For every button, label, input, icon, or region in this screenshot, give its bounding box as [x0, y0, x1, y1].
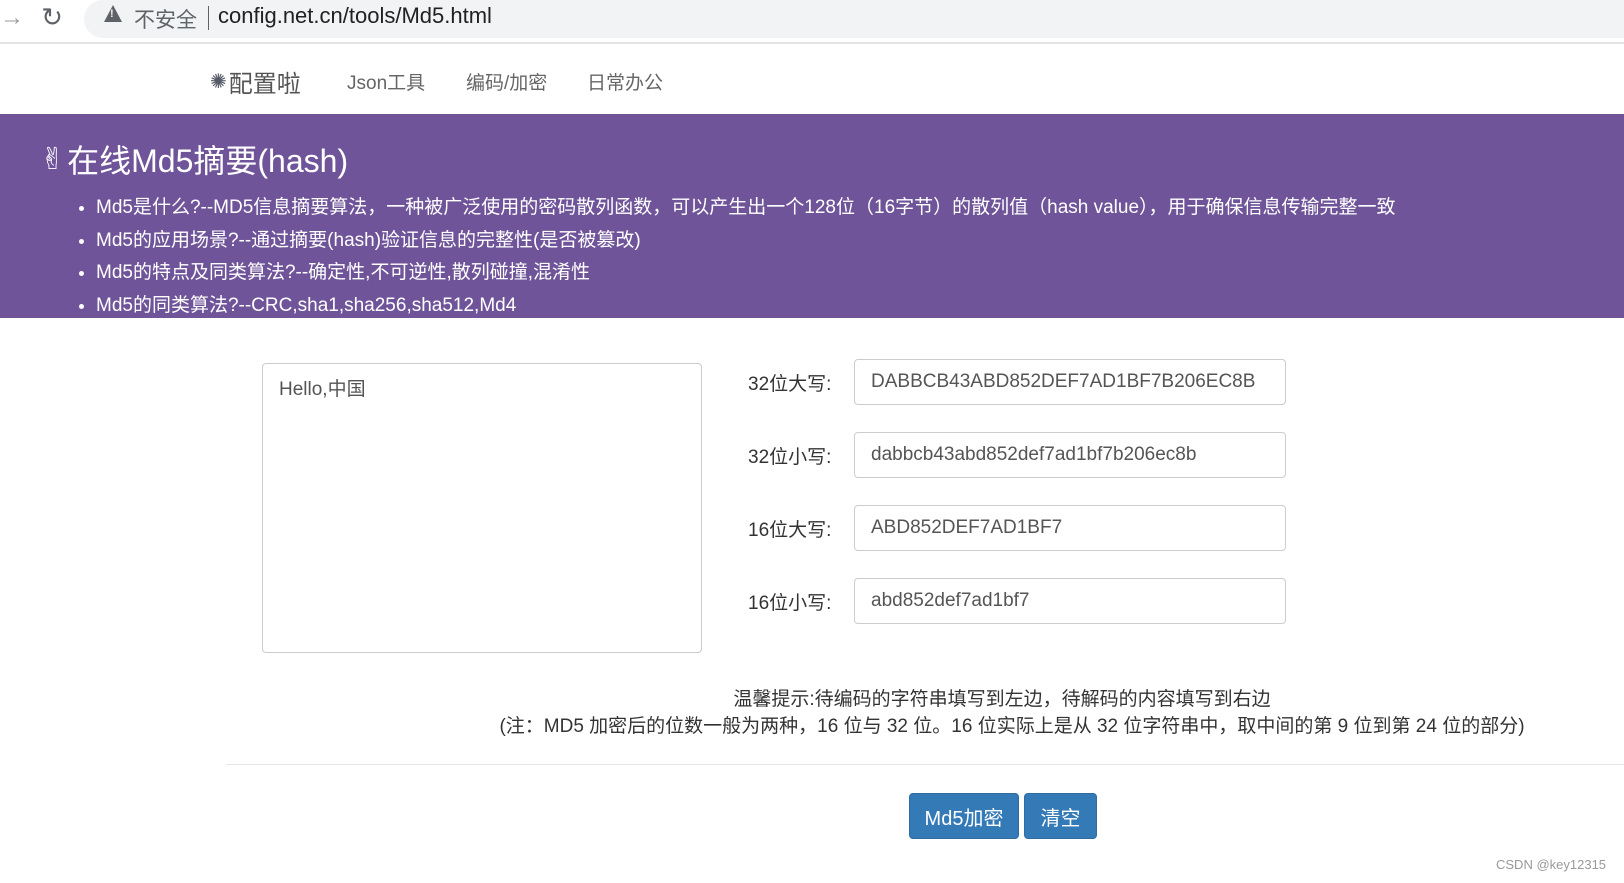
- clear-button[interactable]: 清空: [1024, 793, 1097, 839]
- nav-link-encoding[interactable]: 编码/加密: [466, 68, 547, 95]
- nav-link-json[interactable]: Json工具: [347, 68, 425, 95]
- watermark: CSDN @key12315: [1496, 857, 1607, 872]
- result-32-upper-input[interactable]: [854, 359, 1286, 405]
- md5-encrypt-button[interactable]: Md5加密: [909, 793, 1019, 839]
- result-label: 16位小写:: [748, 593, 832, 614]
- brand-link[interactable]: ✺ 配置啦: [210, 64, 301, 99]
- reload-icon[interactable]: ↻: [36, 2, 68, 34]
- address-bar[interactable]: 不安全 config.net.cn/tools/Md5.html: [84, 0, 1624, 38]
- site-nav: ✺ 配置啦 Json工具 编码/加密 日常办公: [0, 44, 1624, 114]
- page-title: ✌ 在线Md5摘要(hash): [40, 136, 348, 182]
- info-list: Md5是什么?--MD5信息摘要算法，一种被广泛使用的密码散列函数，可以产生出一…: [58, 192, 1396, 322]
- info-item: Md5的同类算法?--CRC,sha1,sha256,sha512,Md4: [96, 290, 1396, 323]
- result-16-upper-input[interactable]: [854, 505, 1286, 551]
- result-label: 32位大写:: [748, 374, 832, 395]
- tip-text: 温馨提示:待编码的字符串填写到左边，待解码的内容填写到右边: [733, 689, 1271, 710]
- info-item: Md5的应用场景?--通过摘要(hash)验证信息的完整性(是否被篡改): [96, 225, 1396, 258]
- divider: [226, 764, 1624, 765]
- brand-name: 配置啦: [228, 71, 301, 98]
- result-16-lower-input[interactable]: [854, 578, 1286, 624]
- security-label[interactable]: 不安全: [134, 4, 197, 34]
- info-item: Md5的特点及同类算法?--确定性,不可逆性,散列碰撞,混淆性: [96, 257, 1396, 290]
- brand-logo-icon: ✺: [210, 71, 227, 93]
- info-item: Md5是什么?--MD5信息摘要算法，一种被广泛使用的密码散列函数，可以产生出一…: [96, 192, 1396, 225]
- result-label: 32位小写:: [748, 447, 832, 468]
- url-text[interactable]: config.net.cn/tools/Md5.html: [218, 3, 492, 29]
- result-label: 16位大写:: [748, 520, 832, 541]
- url-divider: [208, 6, 209, 30]
- intro-banner: ✌ 在线Md5摘要(hash) Md5是什么?--MD5信息摘要算法，一种被广泛…: [0, 114, 1624, 318]
- victory-hand-icon: ✌: [40, 142, 66, 176]
- result-32-lower-input[interactable]: [854, 432, 1286, 478]
- note-text: (注：MD5 加密后的位数一般为两种，16 位与 32 位。16 位实际上是从 …: [499, 716, 1525, 737]
- source-text-input[interactable]: Hello,中国: [262, 363, 702, 653]
- nav-link-office[interactable]: 日常办公: [587, 68, 663, 95]
- back-arrow-icon[interactable]: →: [0, 6, 24, 30]
- browser-toolbar: → ↻ 不安全 config.net.cn/tools/Md5.html: [0, 0, 1624, 44]
- page-title-text: 在线Md5摘要(hash): [67, 143, 349, 179]
- warning-icon[interactable]: [104, 5, 122, 22]
